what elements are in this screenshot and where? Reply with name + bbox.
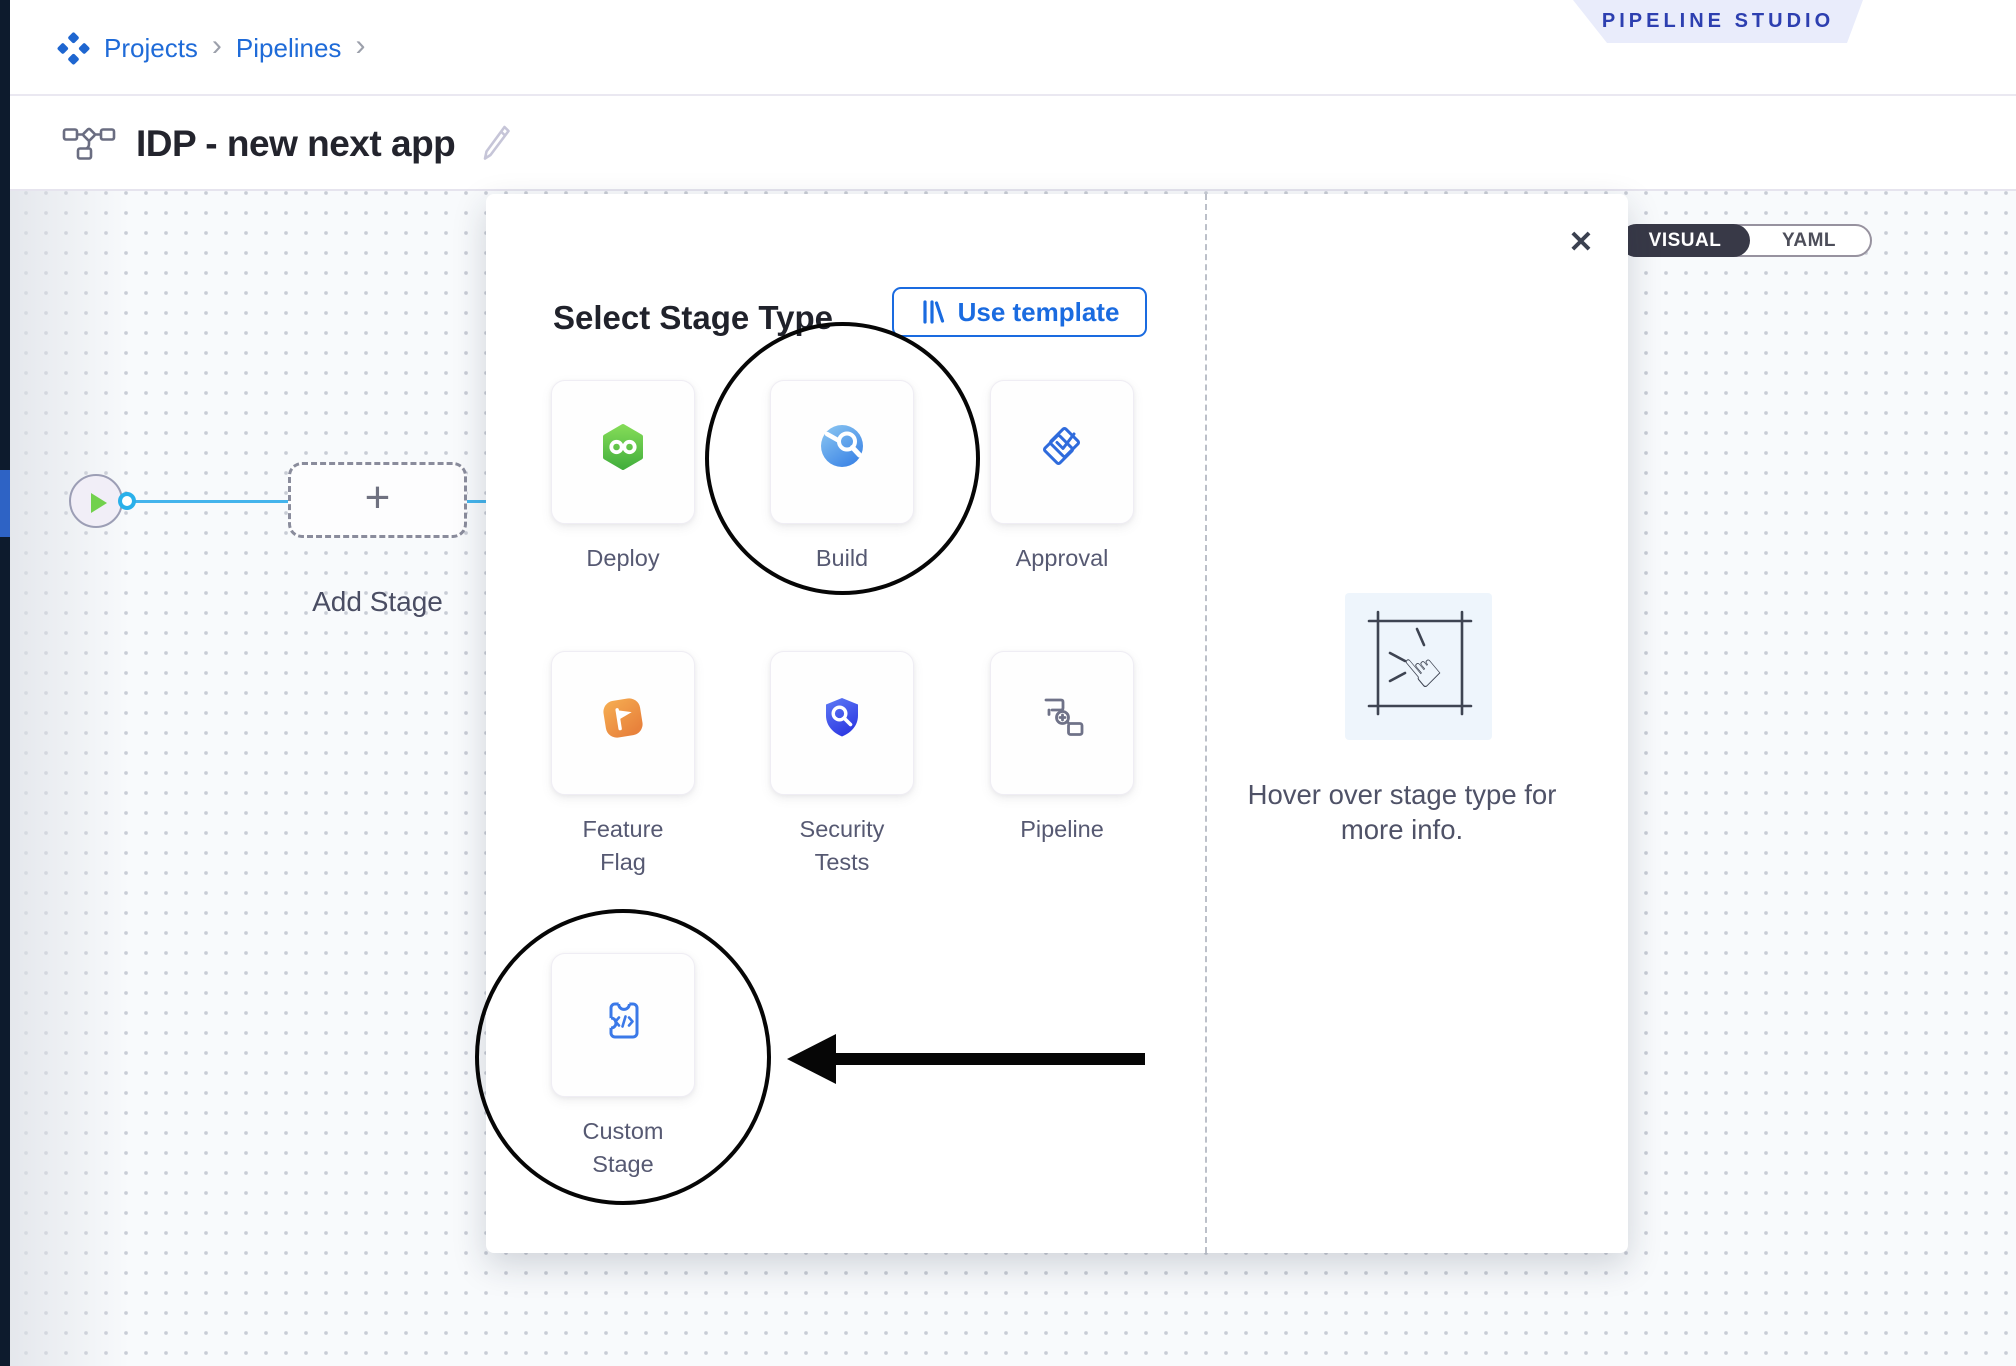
pipeline-studio-badge: PIPELINE STUDIO [1573, 0, 1863, 43]
pipeline-edge-line [133, 500, 290, 503]
pointing-hand-icon: ☞ [1389, 636, 1455, 701]
pipeline-chained-stages-icon [1039, 694, 1085, 745]
security-tests-icon [819, 694, 865, 745]
modal-title: Select Stage Type [553, 299, 833, 337]
feature-flag-icon [599, 694, 647, 747]
stage-label-custom-stage: CustomStage [533, 1115, 713, 1181]
custom-stage-icon [599, 996, 647, 1049]
breadcrumb-chevron-icon: › [355, 31, 365, 65]
stage-label-security-tests: SecurityTests [752, 813, 932, 879]
stage-tile-custom-stage[interactable] [551, 953, 695, 1097]
stage-tile-approval[interactable] [990, 380, 1134, 524]
stage-tile-security-tests[interactable] [770, 651, 914, 795]
add-stage-node[interactable]: + [288, 462, 467, 538]
pipeline-start-node[interactable] [69, 474, 123, 528]
stage-tile-deploy[interactable] [551, 380, 695, 524]
approval-icon [1039, 423, 1085, 474]
use-template-label: Use template [958, 297, 1120, 328]
left-nav-strip [0, 0, 10, 1366]
hover-info-text: Hover over stage type for more info. [1227, 777, 1577, 847]
annotation-arrow-shaft [832, 1053, 1145, 1065]
add-stage-label: Add Stage [287, 586, 468, 618]
select-stage-type-modal: Select Stage Type Use template [486, 194, 1628, 1253]
projects-logo-icon[interactable] [57, 32, 90, 65]
build-icon [819, 423, 865, 474]
toggle-visual-button[interactable]: VISUAL [1620, 224, 1750, 257]
breadcrumb-pipelines-link[interactable]: Pipelines [236, 33, 342, 64]
annotation-arrow-head-icon [787, 1034, 836, 1084]
use-template-button[interactable]: Use template [892, 287, 1147, 337]
pipeline-diagram-icon [62, 127, 116, 161]
breadcrumb: Projects › Pipelines › [57, 0, 365, 96]
stage-label-deploy: Deploy [533, 542, 713, 575]
template-library-icon [920, 299, 946, 325]
pipeline-studio-badge-label: PIPELINE STUDIO [1602, 10, 1834, 33]
pipeline-edge-line [465, 500, 486, 503]
deploy-icon [599, 423, 647, 476]
play-icon [91, 493, 107, 513]
stage-label-approval: Approval [972, 542, 1152, 575]
stage-label-build: Build [752, 542, 932, 575]
breadcrumb-chevron-icon: › [212, 31, 222, 65]
stage-tile-feature-flag[interactable] [551, 651, 695, 795]
visual-yaml-toggle: VISUAL YAML [1620, 224, 1872, 257]
plus-icon: + [365, 476, 391, 520]
edit-pencil-icon[interactable] [481, 124, 511, 164]
page-title: IDP - new next app [136, 123, 455, 165]
hover-hint-illustration: ☞ [1345, 593, 1492, 740]
toggle-yaml-button[interactable]: YAML [1748, 226, 1870, 255]
stage-label-feature-flag: FeatureFlag [533, 813, 713, 879]
stage-tile-pipeline[interactable] [990, 651, 1134, 795]
title-bar: IDP - new next app VISUAL YAML [10, 96, 2016, 191]
stage-label-pipeline: Pipeline [972, 813, 1152, 846]
edge-port-dot[interactable] [118, 492, 136, 510]
left-strip-highlight [0, 470, 10, 537]
modal-panel-divider [1205, 194, 1207, 1253]
pipeline-studio-screen: Projects › Pipelines › PIPELINE STUDIO I… [0, 0, 2016, 1366]
stage-tile-build[interactable] [770, 380, 914, 524]
close-icon[interactable]: ✕ [1562, 223, 1600, 261]
breadcrumb-projects-link[interactable]: Projects [104, 33, 198, 64]
